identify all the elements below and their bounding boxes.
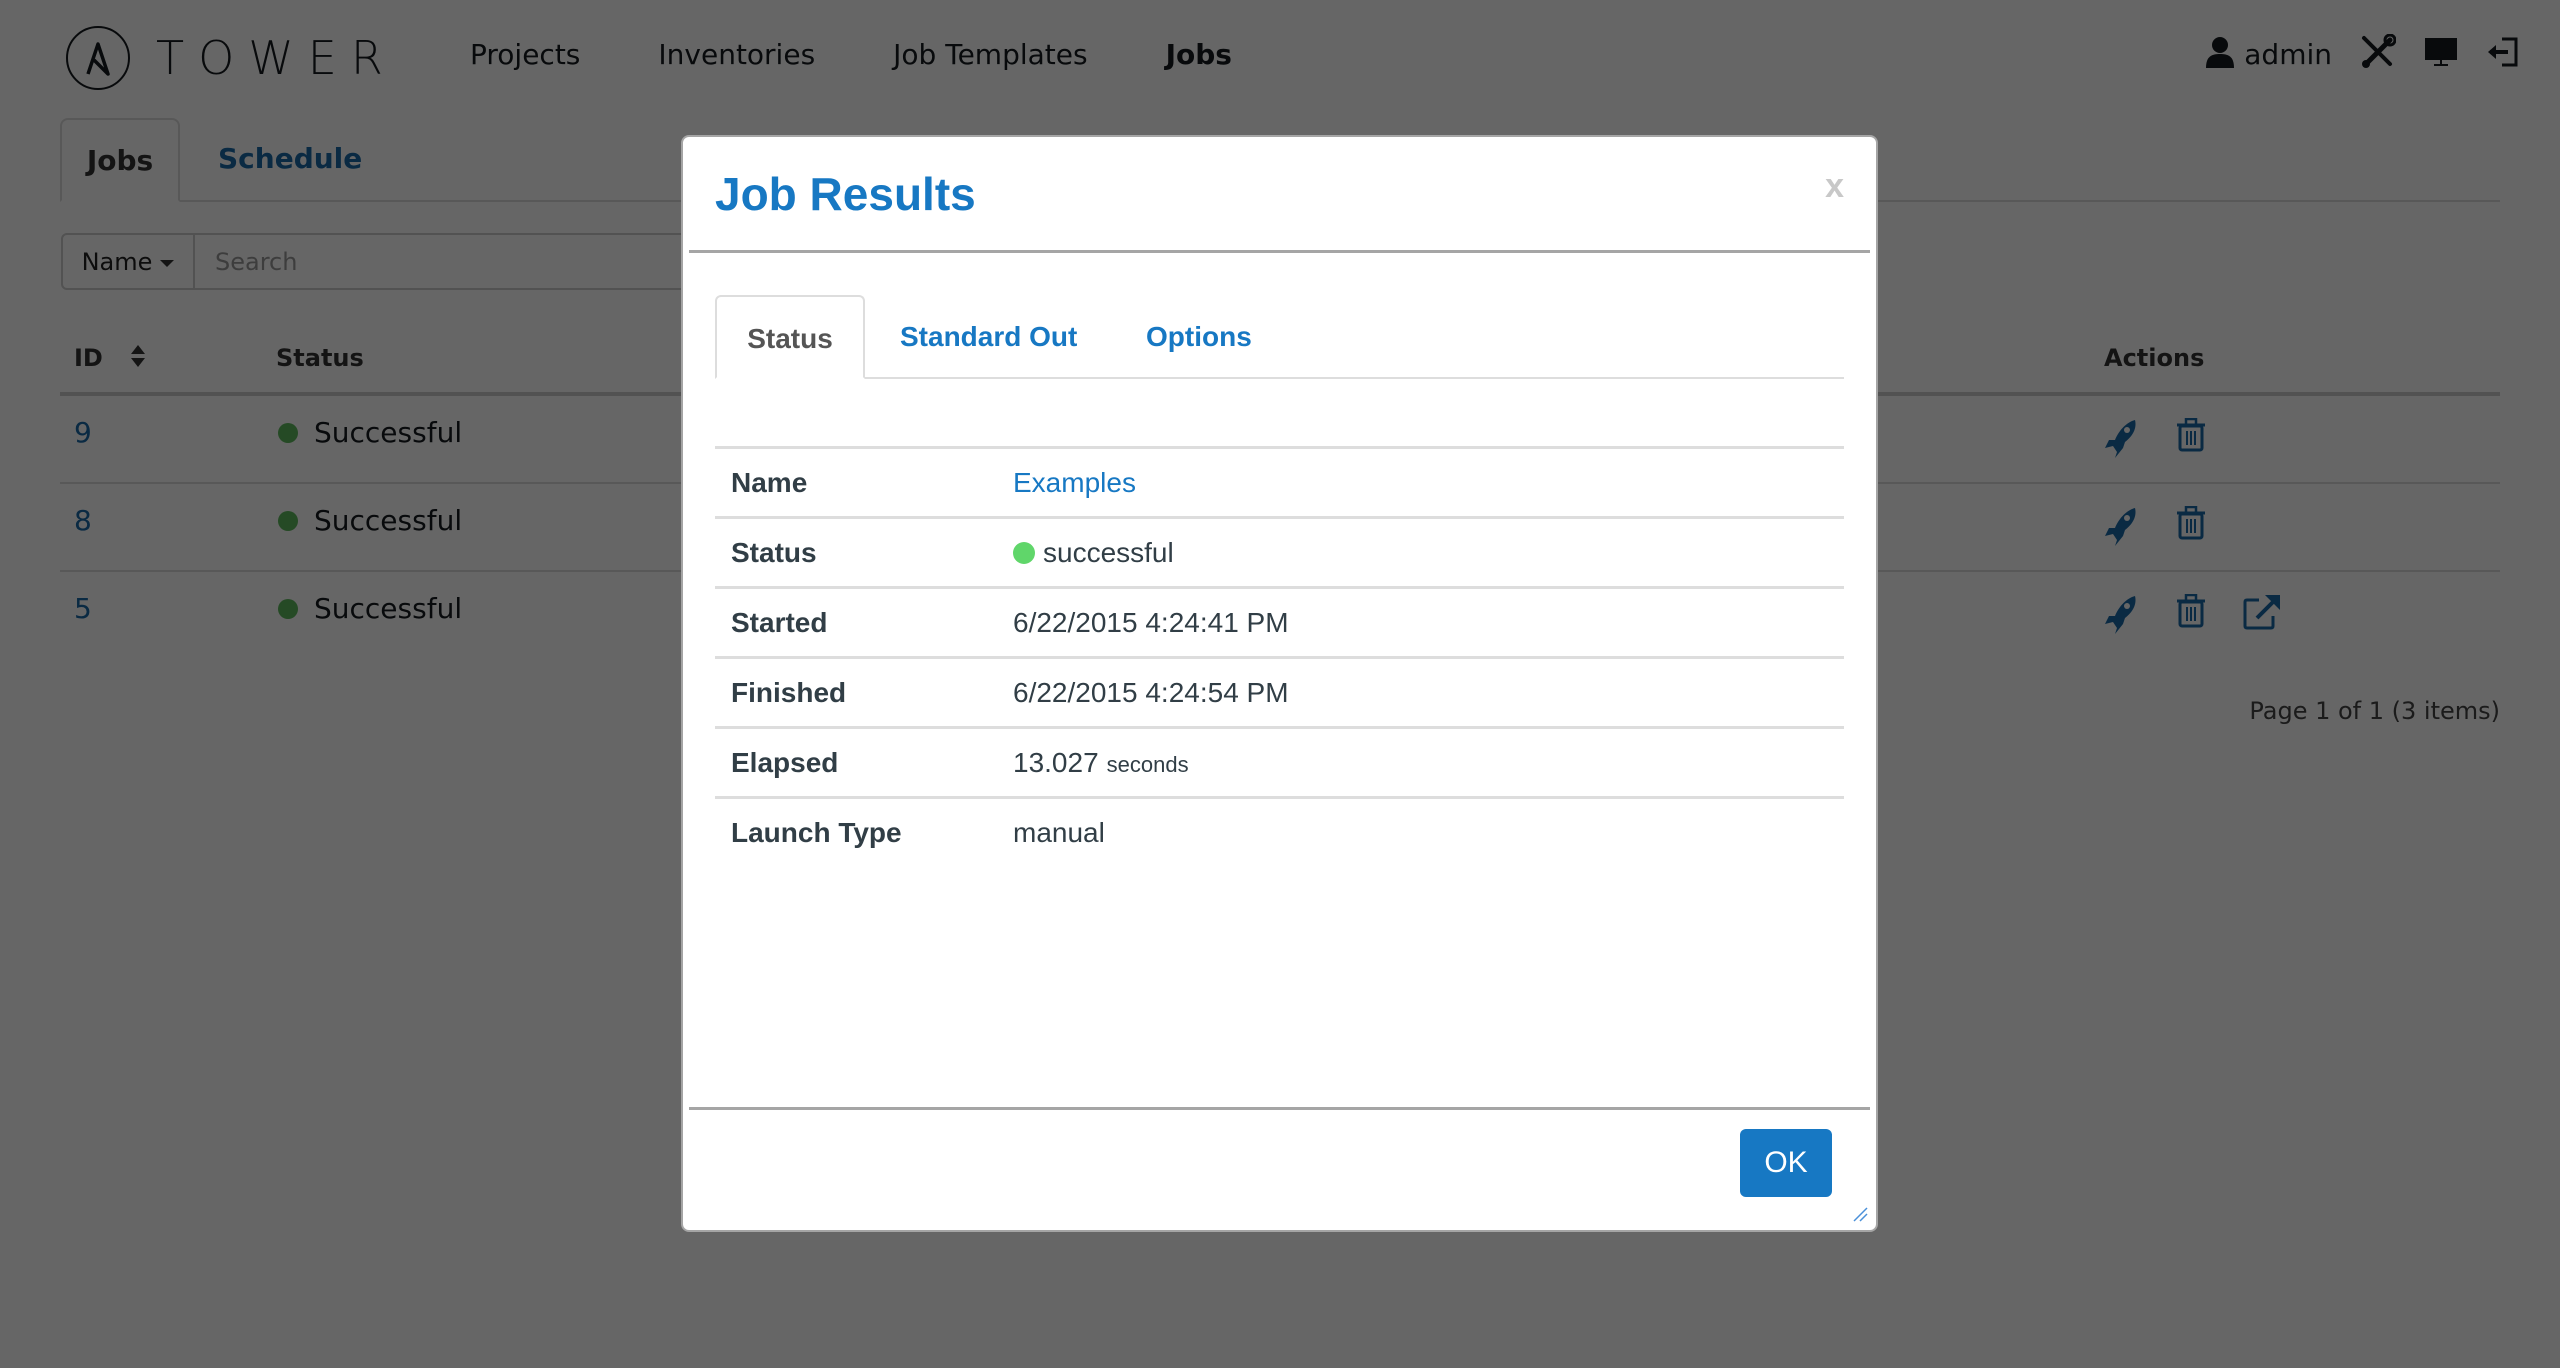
modal-title: Job Results (715, 168, 976, 220)
close-button[interactable]: x (1825, 167, 1844, 206)
detail-row-status: Status successful (715, 519, 1844, 589)
tab-options[interactable]: Options (1146, 295, 1252, 377)
detail-label: Name (731, 467, 808, 498)
tab-standard-out[interactable]: Standard Out (900, 295, 1077, 377)
resize-handle-icon[interactable] (1852, 1206, 1868, 1222)
status-value: successful (1043, 537, 1174, 568)
elapsed-unit: seconds (1106, 752, 1189, 777)
detail-label: Finished (731, 677, 847, 708)
detail-label: Status (731, 537, 817, 568)
detail-row-name: Name Examples (715, 449, 1844, 519)
ok-button[interactable]: OK (1740, 1129, 1832, 1197)
detail-value: 6/22/2015 4:24:54 PM (1013, 677, 1289, 708)
modal-header-divider (689, 250, 1870, 253)
detail-value: 6/22/2015 4:24:41 PM (1013, 607, 1289, 638)
detail-row-started: Started 6/22/2015 4:24:41 PM (715, 589, 1844, 659)
detail-label: Elapsed (731, 747, 839, 778)
tab-status[interactable]: Status (715, 295, 865, 379)
detail-label: Started (731, 607, 828, 638)
modal-tabs: Status Standard Out Options (715, 295, 1844, 379)
detail-value: successful (1013, 537, 1174, 569)
modal-footer-divider (689, 1107, 1870, 1110)
job-details-table: Name Examples Status successful Started … (715, 446, 1844, 866)
detail-value: 13.027 seconds (1013, 747, 1189, 779)
job-name-link[interactable]: Examples (1013, 467, 1136, 499)
status-dot-icon (1013, 542, 1035, 564)
detail-row-launch-type: Launch Type manual (715, 799, 1844, 866)
elapsed-value: 13.027 (1013, 747, 1099, 778)
detail-row-elapsed: Elapsed 13.027 seconds (715, 729, 1844, 799)
detail-row-finished: Finished 6/22/2015 4:24:54 PM (715, 659, 1844, 729)
detail-value: manual (1013, 817, 1105, 848)
job-results-modal: Job Results x Status Standard Out Option… (681, 135, 1878, 1232)
detail-label: Launch Type (731, 817, 902, 848)
